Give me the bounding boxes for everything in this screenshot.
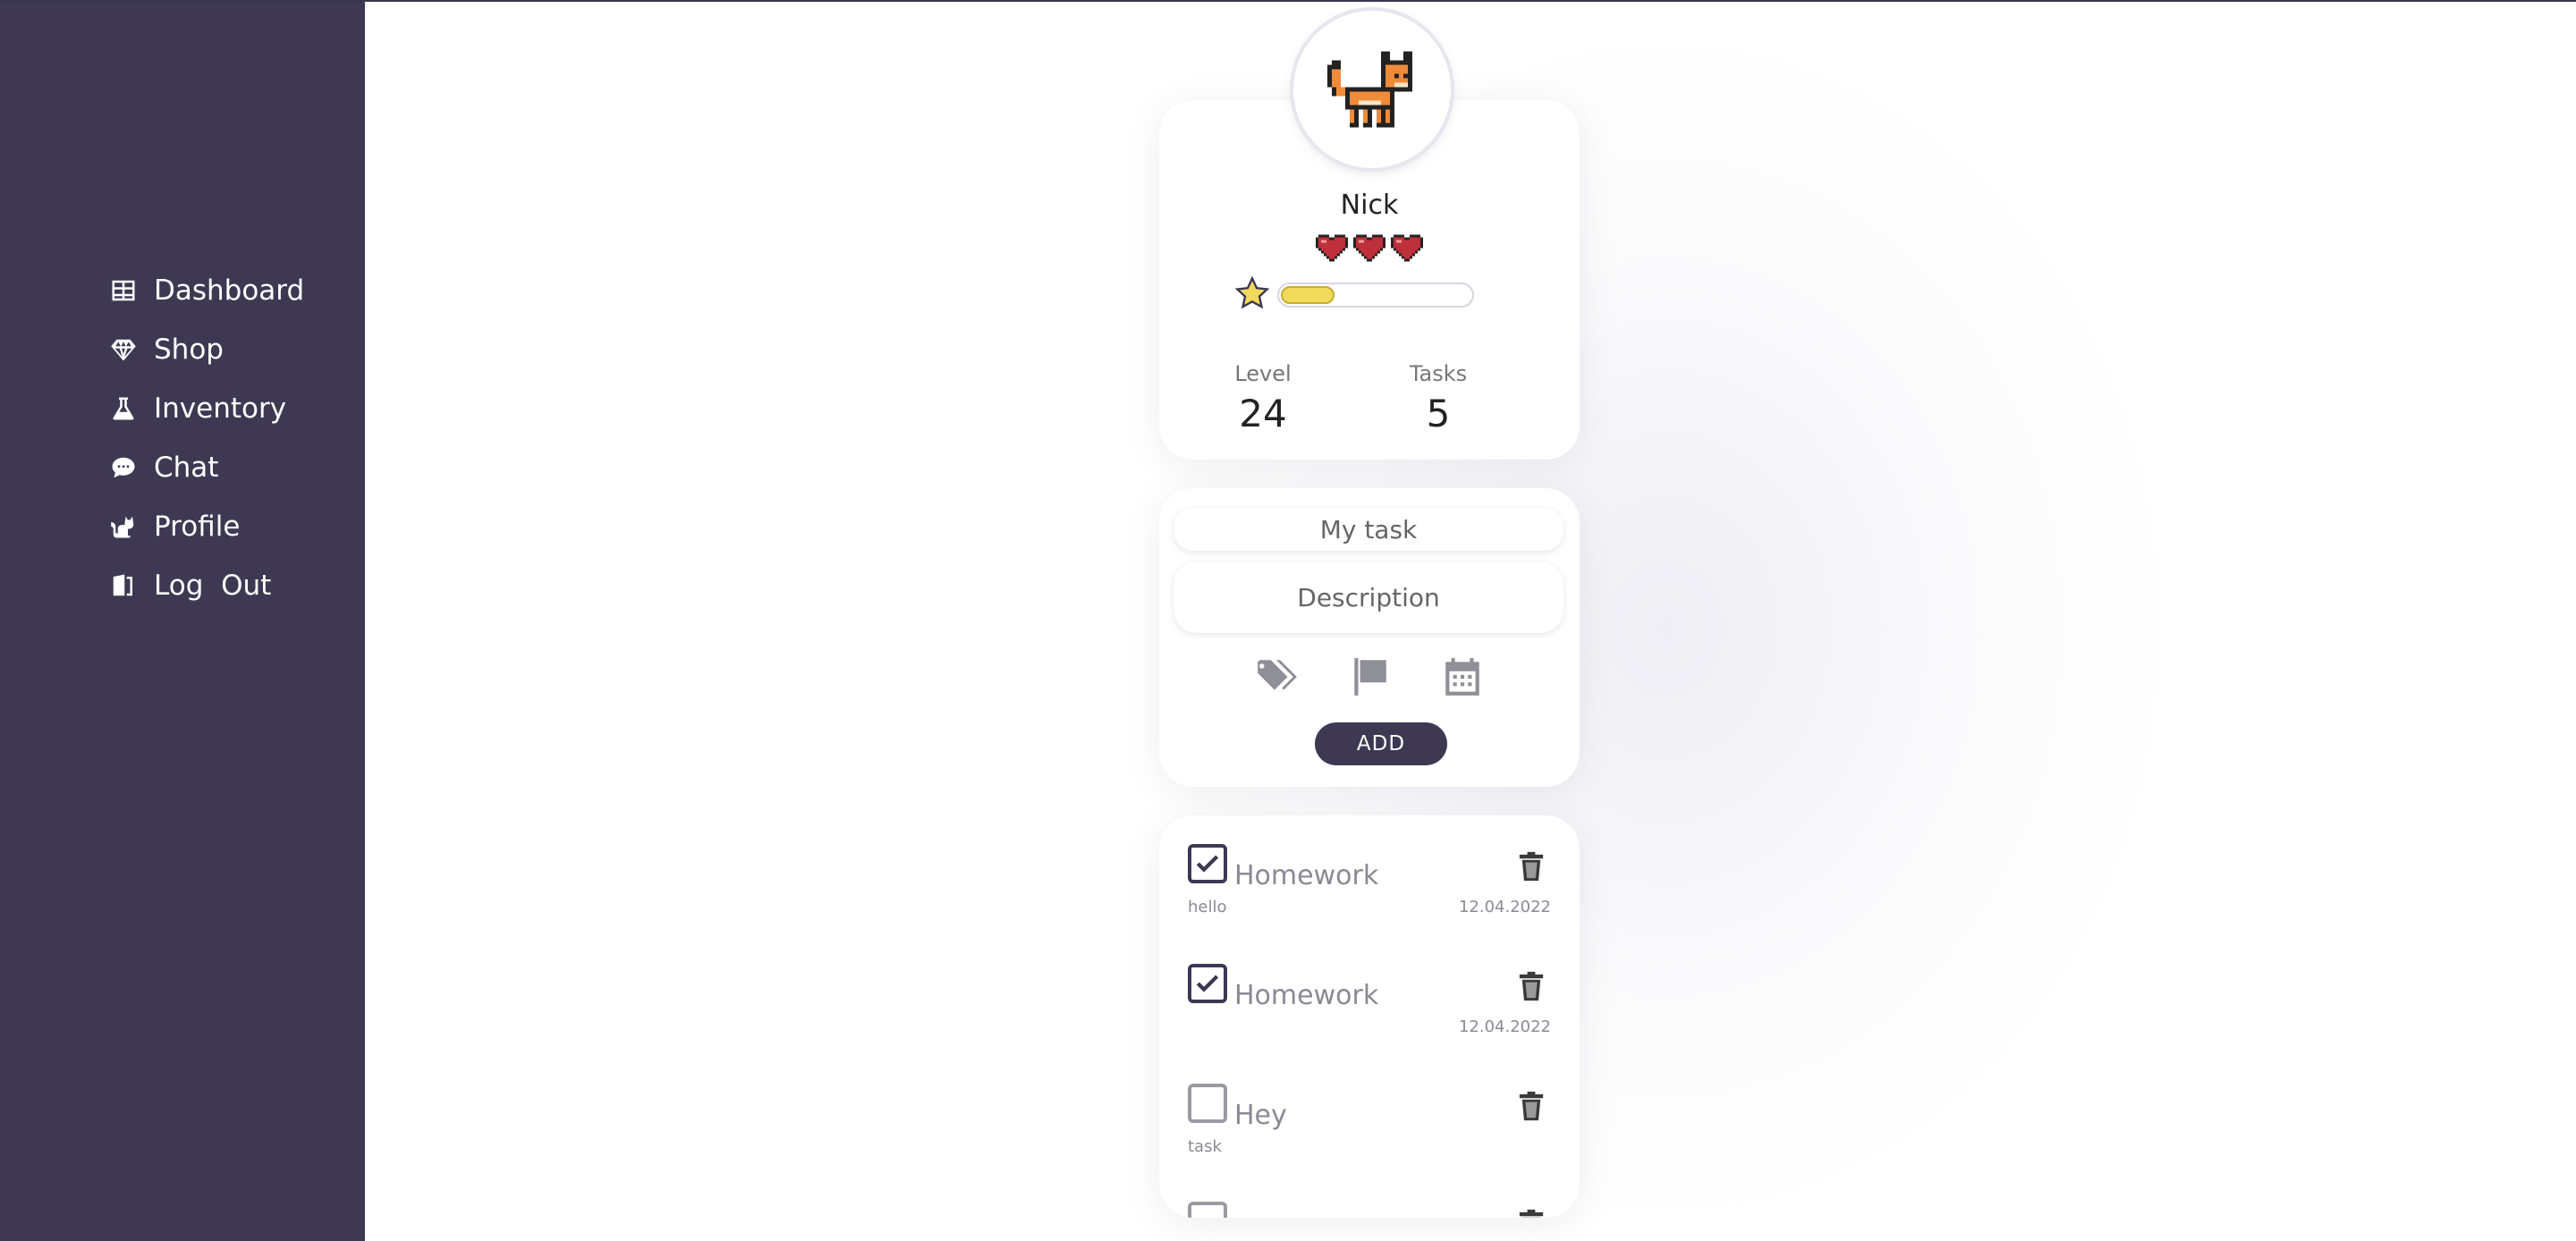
main-content: Nick Level 24 Tasks 5 My task Descriptio… xyxy=(365,2,2576,1241)
task-checkbox[interactable] xyxy=(1188,844,1227,883)
sidebar-item-chat[interactable]: Chat xyxy=(109,438,304,497)
table-icon xyxy=(109,276,138,305)
task-item: Homework 12.04.2022 xyxy=(1159,935,1580,1051)
task-list: Homework hello 12.04.2022 Homework 12.04… xyxy=(1159,815,1580,1218)
level-stat: Level 24 xyxy=(1200,361,1326,435)
trash-icon[interactable] xyxy=(1515,849,1547,887)
tasks-label: Tasks xyxy=(1409,361,1468,386)
sidebar-item-dashboard[interactable]: Dashboard xyxy=(109,261,304,320)
sidebar-item-label: Profile xyxy=(154,511,241,543)
sidebar-item-inventory[interactable]: Inventory xyxy=(109,379,304,438)
hearts xyxy=(1159,231,1580,266)
task-description: hello xyxy=(1188,898,1227,916)
tags-icon[interactable] xyxy=(1254,654,1299,703)
level-label: Level xyxy=(1234,361,1292,386)
task-checkbox[interactable] xyxy=(1188,964,1227,1003)
sidebar-item-label: Dashboard xyxy=(154,274,305,307)
level-value: 24 xyxy=(1239,392,1287,435)
xp-progress-bar xyxy=(1277,283,1474,308)
chat-bubble-icon xyxy=(109,453,138,482)
flag-icon[interactable] xyxy=(1347,654,1392,703)
task-date: 12.04.2022 xyxy=(1458,1017,1551,1036)
task-title: Homework xyxy=(1234,860,1379,891)
trash-icon[interactable] xyxy=(1515,1207,1547,1218)
add-task-card: ADD xyxy=(1159,488,1580,787)
sidebar-item-label: Log Out xyxy=(154,570,272,602)
task-title: Homework xyxy=(1234,980,1379,1011)
sidebar-item-shop[interactable]: Shop xyxy=(109,320,304,379)
task-description: task xyxy=(1188,1137,1222,1156)
app-window: Dashboard Shop Inventory Chat Profile Lo… xyxy=(0,0,2576,1241)
cat-icon xyxy=(109,512,138,541)
tasks-stat: Tasks 5 xyxy=(1376,361,1501,435)
sidebar-item-profile[interactable]: Profile xyxy=(109,497,304,556)
tasks-value: 5 xyxy=(1426,392,1451,435)
door-exit-icon xyxy=(109,571,138,600)
sidebar-item-logout[interactable]: Log Out xyxy=(109,556,304,615)
task-item: Hey task xyxy=(1159,1055,1580,1171)
avatar xyxy=(1293,11,1451,168)
username: Nick xyxy=(1340,190,1399,221)
sidebar-item-label: Shop xyxy=(154,333,224,366)
flask-icon xyxy=(109,394,138,423)
trash-icon[interactable] xyxy=(1515,969,1547,1007)
task-checkbox[interactable] xyxy=(1188,1202,1227,1218)
sidebar-nav: Dashboard Shop Inventory Chat Profile Lo… xyxy=(109,261,304,615)
xp-row xyxy=(1234,275,1474,315)
checkmark-icon xyxy=(1196,855,1219,873)
heart-icon xyxy=(1353,231,1385,266)
star-icon xyxy=(1234,275,1270,315)
task-title: Hey xyxy=(1234,1100,1287,1131)
trash-icon[interactable] xyxy=(1515,1089,1547,1127)
task-title-input[interactable] xyxy=(1174,508,1563,551)
add-task-button[interactable]: ADD xyxy=(1315,722,1447,765)
task-tools xyxy=(1159,654,1580,703)
sidebar-item-label: Chat xyxy=(154,452,219,484)
sidebar-item-label: Inventory xyxy=(154,393,287,425)
heart-icon xyxy=(1391,231,1423,266)
task-item xyxy=(1159,1173,1580,1218)
heart-icon xyxy=(1316,231,1348,266)
sidebar: Dashboard Shop Inventory Chat Profile Lo… xyxy=(0,2,365,1241)
task-description-input[interactable] xyxy=(1174,561,1563,633)
checkmark-icon xyxy=(1196,975,1219,992)
pixel-fox-icon xyxy=(1327,51,1412,128)
calendar-icon[interactable] xyxy=(1440,654,1485,703)
task-date: 12.04.2022 xyxy=(1458,898,1551,916)
task-item: Homework hello 12.04.2022 xyxy=(1159,815,1580,932)
gem-icon xyxy=(109,335,138,364)
xp-progress-fill xyxy=(1281,286,1335,304)
task-checkbox[interactable] xyxy=(1188,1084,1227,1123)
